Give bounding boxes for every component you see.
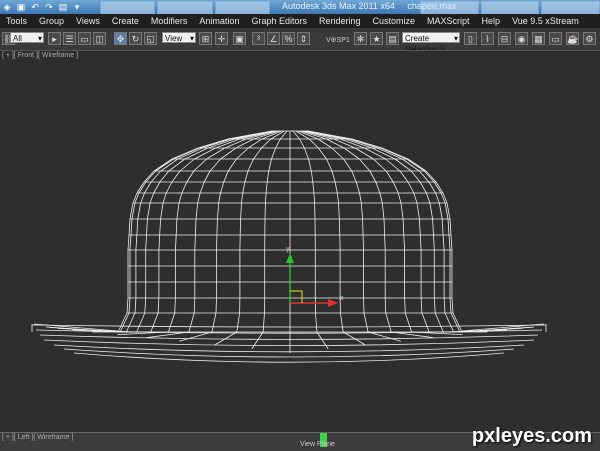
- app-title: Autodesk 3ds Max 2011 x64: [282, 1, 395, 11]
- menu-item[interactable]: Graph Editors: [245, 14, 313, 28]
- select-manipulate-icon[interactable]: ✛: [215, 32, 228, 45]
- keyboard-shortcut-icon[interactable]: ▣: [233, 32, 246, 45]
- taskbar-tab[interactable]: [215, 1, 270, 15]
- selection-filter-dropdown[interactable]: All: [10, 32, 44, 43]
- title-bar: ◈ ▣ ↶ ↷ ▤ ▾ Autodesk 3ds Max 2011 x64 ch…: [0, 0, 600, 14]
- menu-item[interactable]: Help: [476, 14, 507, 28]
- select-object-icon[interactable]: ▸: [48, 32, 61, 45]
- taskbar-tab[interactable]: [157, 1, 212, 15]
- taskbar-tab[interactable]: [541, 1, 600, 15]
- render-iterative-icon[interactable]: ⚙: [583, 32, 596, 45]
- select-by-name-icon[interactable]: ☰: [63, 32, 76, 45]
- taskbar-tab[interactable]: [481, 1, 540, 15]
- menu-item[interactable]: Tools: [0, 14, 33, 28]
- project-folder-icon[interactable]: ▤: [58, 2, 68, 12]
- percent-snap-icon[interactable]: %: [282, 32, 295, 45]
- taskbar-tab[interactable]: [420, 1, 479, 15]
- gizmo-plane-handle[interactable]: [290, 291, 302, 303]
- window-crossing-icon[interactable]: ◫: [93, 32, 106, 45]
- menu-item[interactable]: MAXScript: [421, 14, 476, 28]
- menu-bar: ToolsGroupViewsCreateModifiersAnimationG…: [0, 14, 600, 28]
- taskbar-tabs-right: [420, 0, 600, 14]
- material-editor-icon[interactable]: ◉: [515, 32, 528, 45]
- menu-item[interactable]: Rendering: [313, 14, 367, 28]
- align-icon[interactable]: ★: [370, 32, 383, 45]
- watermark: pxleyes.com: [472, 425, 592, 448]
- rendered-frame-icon[interactable]: ▭: [549, 32, 562, 45]
- pivot-center-icon[interactable]: ⊞: [199, 32, 212, 45]
- render-production-icon[interactable]: ☕: [566, 32, 579, 45]
- rectangle-selection-icon[interactable]: ▭: [78, 32, 91, 45]
- schematic-view-icon[interactable]: ⊟: [498, 32, 511, 45]
- select-move-icon[interactable]: ✥: [114, 32, 127, 45]
- time-slider[interactable]: [ + ][ Left ][ Wireframe ] View Plane px…: [0, 432, 600, 451]
- redo-icon[interactable]: ↷: [44, 2, 54, 12]
- gizmo-y-label: y: [286, 246, 290, 253]
- curve-editor-icon[interactable]: ⌇: [481, 32, 494, 45]
- named-selection-dropdown[interactable]: Create Selection S: [402, 32, 460, 43]
- snaps-toggle-icon[interactable]: ³: [252, 32, 265, 45]
- taskbar-tabs-left: [100, 0, 270, 14]
- bottom-viewport-label[interactable]: [ + ][ Left ][ Wireframe ]: [2, 434, 73, 441]
- mirror-icon[interactable]: ✻: [354, 32, 367, 45]
- viewport-canvas[interactable]: y x: [0, 51, 600, 433]
- menu-item[interactable]: Views: [70, 14, 106, 28]
- reference-coordinate-dropdown[interactable]: View: [162, 32, 196, 43]
- front-viewport[interactable]: [ + ][ Front ][ Wireframe ] y x: [0, 50, 600, 433]
- menu-item[interactable]: Vue 9.5 xStream: [506, 14, 585, 28]
- menu-item[interactable]: Animation: [193, 14, 245, 28]
- mirror-tool-icon[interactable]: ▯: [464, 32, 477, 45]
- gizmo-y-arrow-icon[interactable]: [286, 253, 294, 263]
- gizmo-x-arrow-icon[interactable]: [328, 299, 338, 307]
- save-icon[interactable]: ▣: [16, 2, 26, 12]
- undo-icon[interactable]: ↶: [30, 2, 40, 12]
- menu-item[interactable]: Customize: [367, 14, 422, 28]
- dropdown-arrow-icon[interactable]: ▾: [72, 2, 82, 12]
- gizmo-x-label: x: [340, 295, 344, 302]
- named-selection-label: V⊕SP1: [326, 36, 350, 44]
- render-setup-icon[interactable]: ▦: [532, 32, 545, 45]
- layer-manager-icon[interactable]: ▤: [386, 32, 399, 45]
- view-plane-label: View Plane: [300, 441, 335, 448]
- spinner-snap-icon[interactable]: ⇕: [297, 32, 310, 45]
- menu-item[interactable]: Modifiers: [145, 14, 194, 28]
- app-icon[interactable]: ◈: [2, 2, 12, 12]
- angle-snap-icon[interactable]: ∠: [267, 32, 280, 45]
- select-rotate-icon[interactable]: ↻: [129, 32, 142, 45]
- select-scale-icon[interactable]: ◱: [144, 32, 157, 45]
- main-toolbar: ⛓ All ▸ ☰ ▭ ◫ ✥ ↻ ◱ View ⊞ ✛ ▣ ³ ∠ % ⇕ V…: [0, 28, 600, 51]
- taskbar-tab[interactable]: [100, 1, 155, 15]
- menu-item[interactable]: Group: [33, 14, 70, 28]
- menu-item[interactable]: Create: [106, 14, 145, 28]
